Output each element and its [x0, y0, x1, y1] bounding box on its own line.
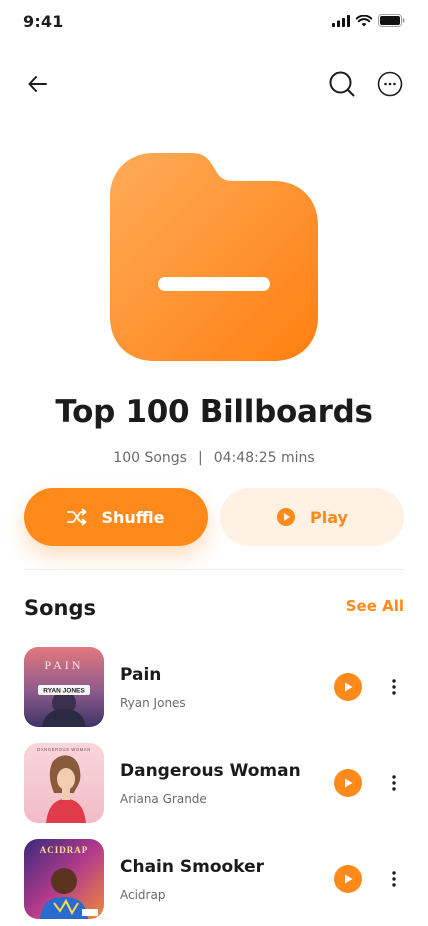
- song-title: Chain Smooker: [120, 857, 264, 877]
- song-play-button[interactable]: [334, 673, 362, 701]
- play-label: Play: [310, 507, 348, 527]
- cover-text: ACIDRAP: [40, 845, 89, 855]
- status-bar: 9:41: [0, 0, 428, 44]
- album-cover: ACIDRAP: [24, 839, 104, 919]
- section-divider: [24, 569, 404, 570]
- kebab-menu-icon: [392, 775, 396, 791]
- see-all-link[interactable]: See All: [346, 597, 404, 615]
- search-button[interactable]: [322, 64, 362, 104]
- song-title: Dangerous Woman: [120, 761, 301, 781]
- shuffle-label: Shuffle: [101, 507, 165, 527]
- top-navigation: [0, 64, 428, 104]
- song-artist: Acidrap: [120, 888, 166, 902]
- playlist-duration: 04:48:25 mins: [213, 450, 315, 466]
- shuffle-icon: [67, 508, 87, 526]
- song-row[interactable]: PAIN RYAN JONES Pain Ryan Jones: [24, 647, 404, 743]
- status-icons: [332, 14, 405, 27]
- signal-icon: [332, 14, 350, 27]
- song-more-button[interactable]: [384, 769, 404, 797]
- play-icon: [345, 874, 353, 884]
- song-play-button[interactable]: [334, 865, 362, 893]
- kebab-menu-icon: [392, 679, 396, 695]
- folder-icon: [110, 153, 318, 361]
- song-row[interactable]: DANGEROUS WOMAN Dangerous Woman Ariana G…: [24, 743, 404, 839]
- battery-icon: [378, 14, 405, 27]
- playlist-title: Top 100 Billboards: [55, 394, 373, 430]
- more-options-button[interactable]: [370, 64, 410, 104]
- song-row[interactable]: ACIDRAP Chain Smooker Acidrap: [24, 839, 404, 926]
- playlist-meta: 100 Songs | 04:48:25 mins: [0, 450, 428, 466]
- meta-separator: |: [197, 450, 203, 466]
- song-list: PAIN RYAN JONES Pain Ryan Jones DANGEROU…: [24, 647, 404, 926]
- songs-heading: Songs: [24, 596, 97, 620]
- play-icon: [345, 778, 353, 788]
- cover-subtext: RYAN JONES: [43, 688, 85, 695]
- arrow-left-icon: [28, 76, 47, 92]
- song-play-button[interactable]: [334, 769, 362, 797]
- wifi-icon: [356, 14, 372, 26]
- play-icon: [345, 682, 353, 692]
- play-circle-icon: [277, 508, 296, 526]
- album-cover: DANGEROUS WOMAN: [24, 743, 104, 823]
- album-cover: PAIN RYAN JONES: [24, 647, 104, 727]
- song-more-button[interactable]: [384, 673, 404, 701]
- play-button[interactable]: Play: [220, 488, 404, 546]
- kebab-menu-icon: [392, 871, 396, 887]
- cover-text: PAIN: [45, 658, 84, 672]
- song-artist: Ryan Jones: [120, 696, 186, 710]
- status-time: 9:41: [23, 12, 64, 31]
- cover-text: DANGEROUS WOMAN: [37, 747, 91, 752]
- back-button[interactable]: [18, 64, 58, 104]
- shuffle-button[interactable]: Shuffle: [24, 488, 208, 546]
- song-count: 100 Songs: [113, 450, 187, 466]
- search-icon: [329, 71, 355, 97]
- song-title: Pain: [120, 665, 162, 685]
- more-circle-icon: [377, 71, 403, 97]
- song-more-button[interactable]: [384, 865, 404, 893]
- song-artist: Ariana Grande: [120, 792, 207, 806]
